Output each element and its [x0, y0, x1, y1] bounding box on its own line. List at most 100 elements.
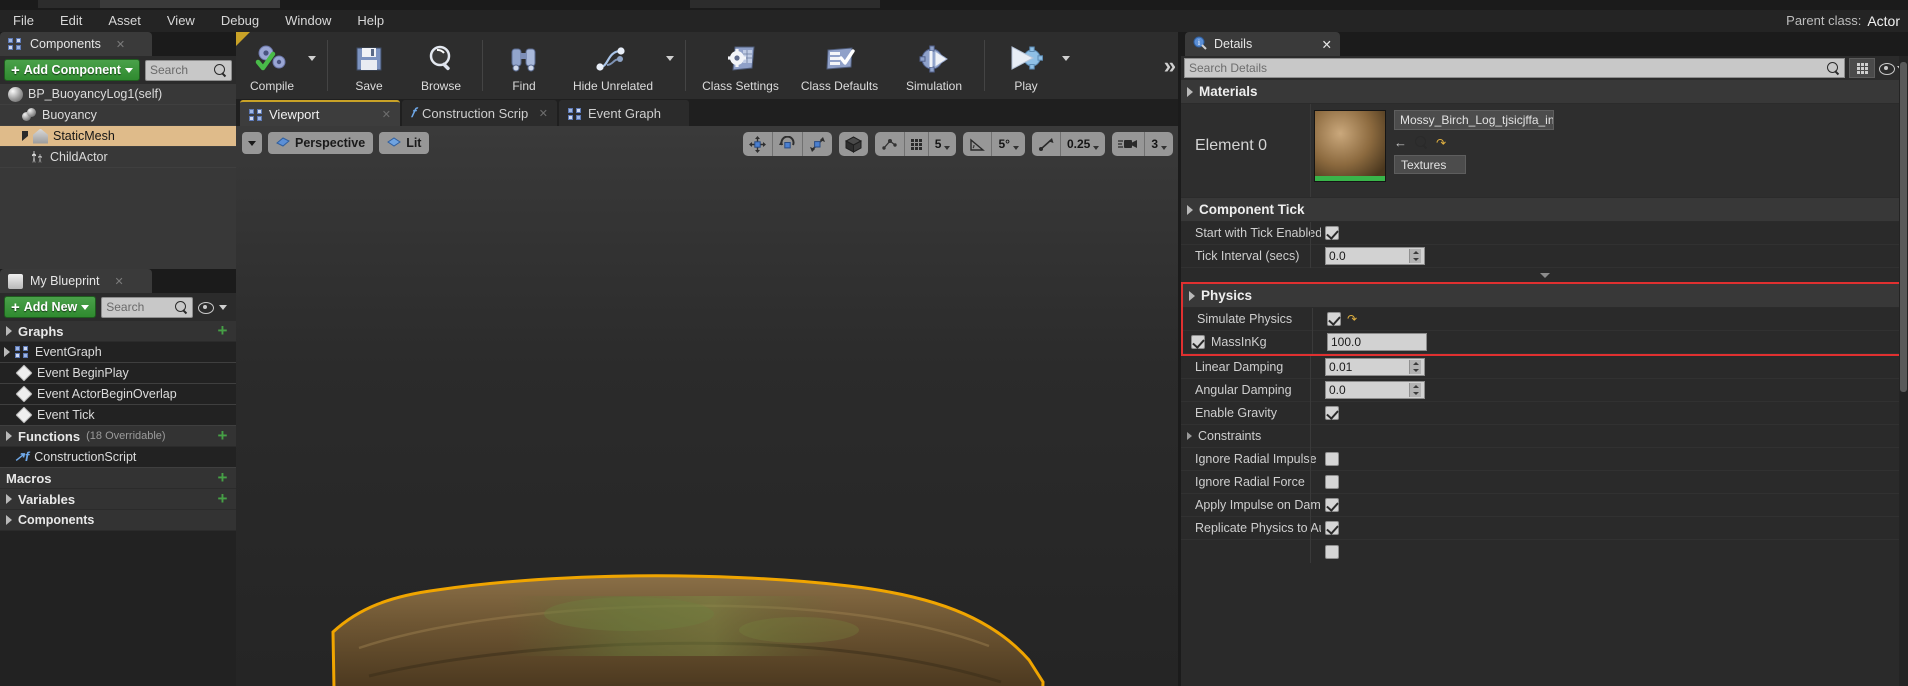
rotation-snap-value-dropdown[interactable]: 5° — [992, 132, 1024, 156]
tab-components[interactable]: Components ✕ — [0, 32, 152, 56]
simulation-button[interactable]: Simulation — [889, 32, 979, 99]
menu-edit[interactable]: Edit — [47, 10, 95, 32]
browse-button[interactable]: Browse — [405, 32, 477, 99]
tree-item-event-actorbeginoverlap[interactable]: Event ActorBeginOverlap — [0, 384, 236, 405]
number-input[interactable]: 0.0 — [1325, 247, 1425, 265]
checkbox[interactable] — [1325, 452, 1339, 466]
lighting-mode-button[interactable]: Lit — [379, 132, 430, 154]
tab-viewport[interactable]: Viewport ✕ — [240, 100, 400, 126]
spinner-icon[interactable] — [1409, 360, 1421, 374]
components-search-input[interactable]: Search — [144, 59, 232, 81]
column-divider[interactable] — [1312, 308, 1313, 354]
chevron-down-icon[interactable] — [219, 304, 228, 310]
chevron-double-right-icon[interactable]: » — [1164, 53, 1176, 79]
section-graphs[interactable]: Graphs + — [0, 321, 236, 342]
close-icon[interactable]: ✕ — [539, 107, 548, 120]
hide-unrelated-button[interactable]: Hide Unrelated — [560, 32, 666, 99]
hide-unrelated-dropdown-button[interactable] — [666, 32, 680, 99]
checkbox[interactable] — [1325, 521, 1339, 535]
class-defaults-button[interactable]: Class Defaults — [790, 32, 889, 99]
expander-triangle-icon[interactable] — [1189, 290, 1195, 301]
material-asset-combo[interactable]: Mossy_Birch_Log_tjsicjffa_ins — [1394, 110, 1554, 130]
checkbox[interactable] — [1327, 312, 1341, 326]
expander-triangle-icon[interactable] — [6, 431, 12, 441]
expander-triangle-icon[interactable] — [1187, 86, 1193, 97]
eye-icon[interactable] — [198, 301, 215, 314]
compile-dropdown-button[interactable] — [308, 32, 322, 99]
tab-my-blueprint[interactable]: My Blueprint ✕ — [0, 269, 152, 293]
checkbox[interactable] — [1325, 226, 1339, 240]
checkbox[interactable] — [1325, 475, 1339, 489]
category-component-tick[interactable]: Component Tick — [1181, 198, 1908, 222]
play-dropdown-button[interactable] — [1062, 32, 1076, 99]
material-thumbnail[interactable] — [1314, 110, 1386, 182]
viewport-options-button[interactable] — [242, 132, 262, 154]
expander-triangle-icon[interactable] — [6, 326, 12, 336]
checkbox[interactable] — [1325, 498, 1339, 512]
browse-magnifier-icon[interactable] — [1415, 136, 1428, 149]
reset-arrow-icon[interactable]: ↶ — [1436, 136, 1446, 150]
view-mode-button[interactable]: Perspective — [268, 132, 374, 154]
expander-triangle-icon[interactable] — [6, 515, 12, 525]
back-arrow-icon[interactable]: ← — [1394, 135, 1407, 150]
camera-speed-value-dropdown[interactable]: 3 — [1145, 132, 1173, 156]
prop-constraints[interactable]: Constraints — [1181, 425, 1908, 448]
tree-item-bp-buoyancylog1[interactable]: BP_BuoyancyLog1(self) — [0, 84, 236, 105]
scale-snap-icon[interactable] — [1032, 132, 1061, 156]
find-button[interactable]: Find — [488, 32, 560, 99]
expander-triangle-icon[interactable] — [1187, 204, 1193, 215]
parent-class-value[interactable]: Actor — [1867, 10, 1900, 32]
close-icon[interactable]: ✕ — [382, 108, 391, 121]
compile-button[interactable]: Compile — [236, 32, 308, 99]
number-input[interactable]: 0.0 — [1325, 381, 1425, 399]
tab-details[interactable]: i Details ✕ — [1185, 32, 1340, 56]
expander-triangle-icon[interactable] — [22, 131, 28, 141]
asset-tab-active[interactable] — [100, 0, 280, 8]
expander-triangle-icon[interactable] — [1187, 432, 1192, 440]
section-macros[interactable]: Macros + — [0, 468, 236, 489]
category-physics[interactable]: Physics — [1183, 284, 1906, 308]
number-input[interactable]: 0.01 — [1325, 358, 1425, 376]
scrollbar-thumb[interactable] — [1900, 62, 1907, 392]
section-variables[interactable]: Variables + — [0, 489, 236, 510]
tree-item-buoyancy[interactable]: Buoyancy — [0, 105, 236, 126]
scale-snap-value-dropdown[interactable]: 0.25 — [1061, 132, 1105, 156]
plus-icon[interactable]: + — [215, 427, 230, 444]
menu-help[interactable]: Help — [344, 10, 397, 32]
tree-item-constructionscript[interactable]: ↗f ConstructionScript — [0, 447, 236, 468]
viewport-3d[interactable]: Perspective Lit 5 5° 0.25 3 — [236, 126, 1181, 686]
grid-snap-value-dropdown[interactable]: 5 — [929, 132, 957, 156]
reset-arrow-icon[interactable]: ↶ — [1347, 312, 1357, 326]
details-scrollbar[interactable] — [1899, 56, 1908, 686]
tree-item-eventgraph[interactable]: EventGraph — [0, 342, 236, 363]
checkbox[interactable] — [1325, 406, 1339, 420]
tab-event-graph[interactable]: Event Graph — [559, 100, 689, 126]
expander-triangle-icon[interactable] — [4, 347, 10, 357]
menu-debug[interactable]: Debug — [208, 10, 272, 32]
column-divider[interactable] — [1310, 356, 1311, 563]
plus-icon[interactable]: + — [215, 322, 230, 339]
advanced-expander-button[interactable] — [1181, 268, 1908, 282]
angle-snap-icon[interactable] — [963, 132, 993, 156]
checkbox[interactable] — [1325, 544, 1339, 559]
tree-item-event-beginplay[interactable]: Event BeginPlay — [0, 363, 236, 384]
save-button[interactable]: Save — [333, 32, 405, 99]
column-layout-button[interactable] — [1849, 58, 1875, 78]
close-icon[interactable]: ✕ — [1322, 37, 1332, 52]
column-divider[interactable] — [1310, 222, 1311, 268]
menu-view[interactable]: View — [154, 10, 208, 32]
spinner-icon[interactable] — [1409, 249, 1421, 263]
world-space-cube-icon[interactable] — [839, 132, 868, 156]
scale-widget-icon[interactable] — [803, 132, 832, 156]
tree-item-childactor[interactable]: ChildActor — [0, 147, 236, 168]
menu-file[interactable]: File — [0, 10, 47, 32]
add-component-button[interactable]: + Add Component — [4, 59, 140, 81]
details-search-input[interactable]: Search Details — [1184, 58, 1845, 78]
menu-asset[interactable]: Asset — [95, 10, 154, 32]
add-new-button[interactable]: + Add New — [4, 296, 97, 318]
class-settings-button[interactable]: Class Settings — [691, 32, 790, 99]
surface-snap-icon[interactable] — [875, 132, 905, 156]
expander-triangle-icon[interactable] — [6, 494, 12, 504]
camera-speed-icon[interactable] — [1112, 132, 1146, 156]
menu-window[interactable]: Window — [272, 10, 344, 32]
